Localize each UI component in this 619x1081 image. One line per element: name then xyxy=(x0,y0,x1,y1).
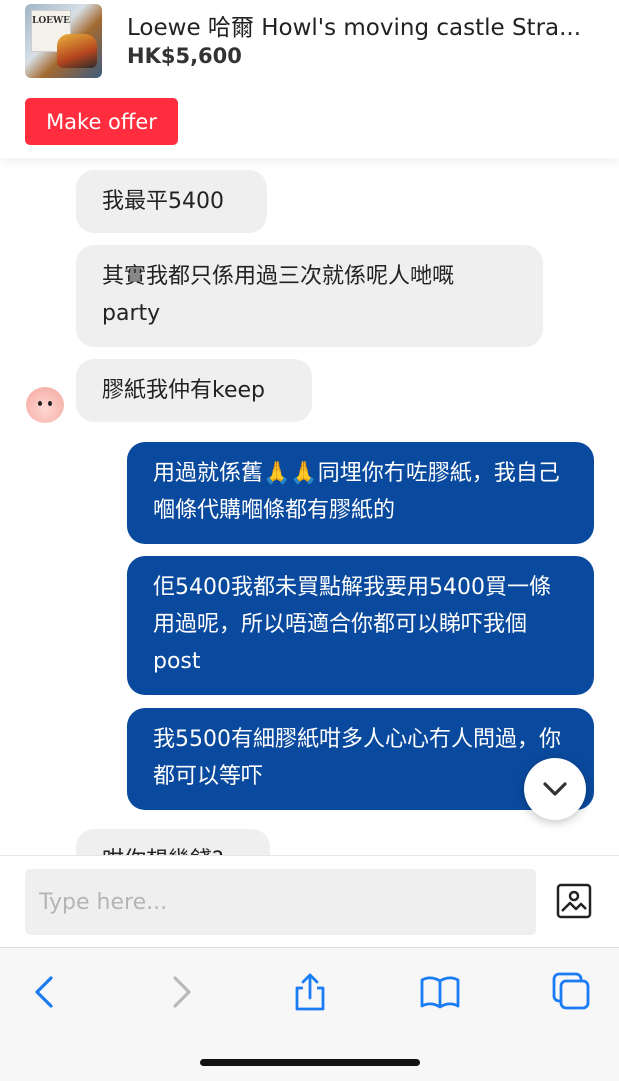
message-composer xyxy=(0,855,619,948)
book-icon[interactable] xyxy=(420,972,460,1012)
listing-price: HK$5,600 xyxy=(127,44,242,68)
attach-photo-button[interactable] xyxy=(556,883,592,919)
listing-title[interactable]: Loewe 哈爾 Howl's moving castle Stra... xyxy=(127,8,597,42)
listing-thumbnail[interactable]: LOEWE xyxy=(25,4,102,78)
message-bubble-outgoing: 用過就係舊🙏🙏同埋你冇咗膠紙，我自己嗰條代購嗰條都有膠紙的 xyxy=(127,442,594,544)
message-bubble-incoming: 膠紙我仲有keep xyxy=(76,359,312,422)
message-bubble-incoming: 我最平5400 xyxy=(76,170,267,233)
chevron-right-icon[interactable] xyxy=(160,972,200,1012)
make-offer-button[interactable]: Make offer xyxy=(25,98,178,145)
image-icon xyxy=(556,883,592,919)
message-bubble-incoming: 其實我都只係用過三次就係呢人哋嘅 party xyxy=(76,245,543,347)
message-bubble-incoming: 咁你想幾錢? xyxy=(76,829,270,855)
message-bubble-outgoing: 佢5400我都未買點解我要用5400買一條用過呢，所以唔適合你都可以睇吓我個po… xyxy=(127,556,594,695)
chevron-down-icon xyxy=(543,782,567,796)
seller-avatar[interactable] xyxy=(26,387,64,423)
chat-thread[interactable]: 我最平5400 其實我都只係用過三次就係呢人哋嘅 party 膠紙我仲有keep… xyxy=(0,158,619,855)
tabs-icon[interactable] xyxy=(552,972,592,1012)
thumbnail-brand-text: LOEWE xyxy=(32,16,70,26)
message-input[interactable] xyxy=(25,869,536,935)
share-icon[interactable] xyxy=(290,972,330,1012)
listing-header: LOEWE Loewe 哈爾 Howl's moving castle Stra… xyxy=(0,0,619,158)
chevron-left-icon[interactable] xyxy=(26,972,66,1012)
thumbnail-bag xyxy=(57,34,97,68)
home-indicator xyxy=(200,1059,420,1066)
scroll-to-bottom-button[interactable] xyxy=(524,758,586,820)
